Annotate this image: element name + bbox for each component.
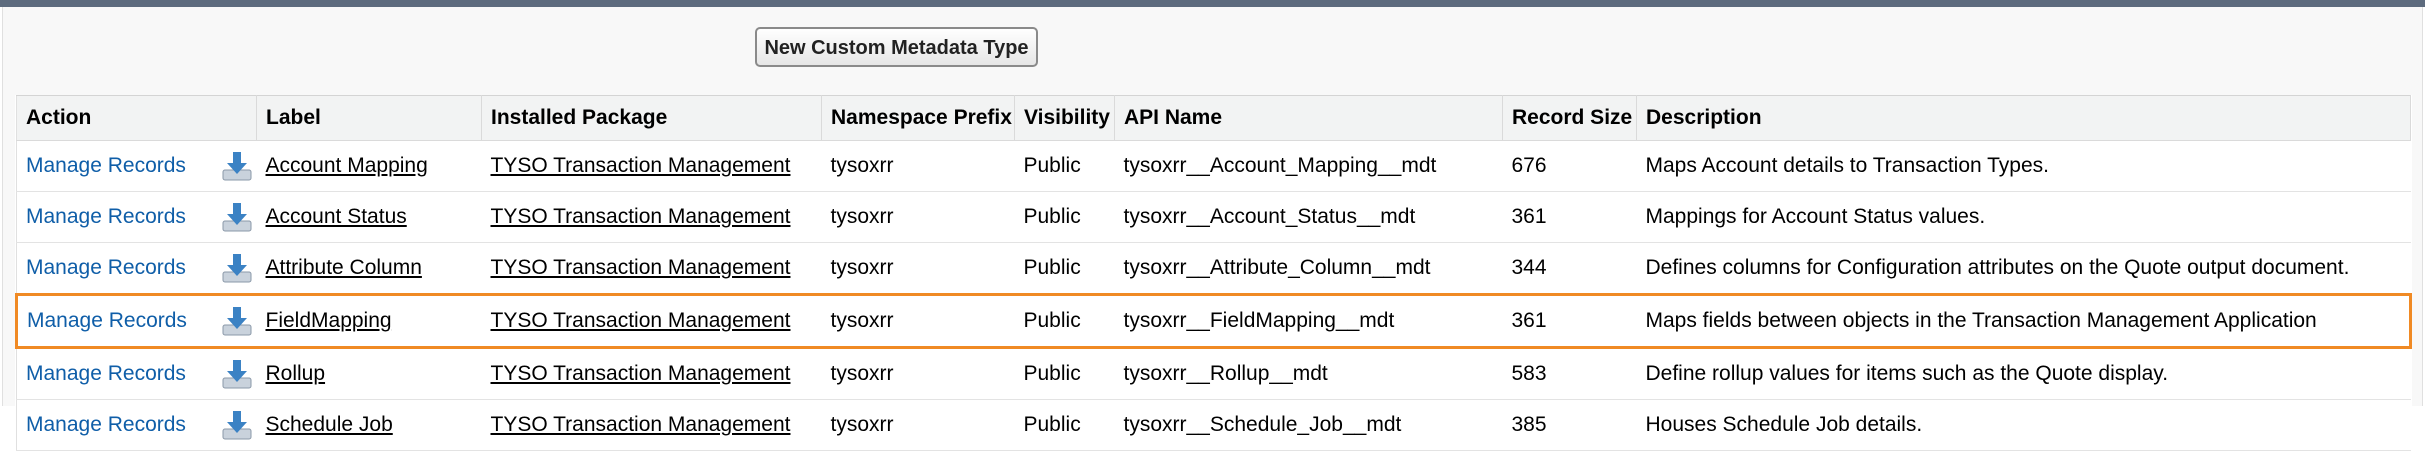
new-custom-metadata-type-button[interactable]: New Custom Metadata Type <box>755 27 1038 67</box>
table-row: Manage Records Account Mapping TYSO Tran… <box>16 140 2411 192</box>
manage-records-link[interactable]: Manage Records <box>26 362 186 386</box>
table-row: Manage Records Account Status TYSO Trans… <box>16 191 2411 243</box>
download-arrow-icon[interactable] <box>221 409 253 441</box>
column-header-record-size: Record Size <box>1502 95 1637 141</box>
visibility-cell: Public <box>1014 140 1115 192</box>
record-size-cell: 385 <box>1502 399 1637 451</box>
label-link[interactable]: Account Status <box>266 205 407 228</box>
download-arrow-icon[interactable] <box>221 150 253 182</box>
table-header-row: Action Label Installed Package Namespace… <box>16 95 2411 141</box>
manage-records-link[interactable]: Manage Records <box>27 309 187 333</box>
column-header-namespace-prefix: Namespace Prefix <box>821 95 1015 141</box>
description-cell: Maps Account details to Transaction Type… <box>1636 140 2411 192</box>
record-size-cell: 361 <box>1502 191 1637 243</box>
visibility-cell: Public <box>1014 347 1115 400</box>
record-size-cell: 676 <box>1502 140 1637 192</box>
download-arrow-icon[interactable] <box>221 252 253 284</box>
namespace-prefix-cell: tysoxrr <box>821 242 1015 295</box>
manage-records-link[interactable]: Manage Records <box>26 256 186 280</box>
api-name-cell: tysoxrr__Account_Mapping__mdt <box>1114 140 1503 192</box>
installed-package-link[interactable]: TYSO Transaction Management <box>491 256 791 279</box>
description-cell: Defines columns for Configuration attrib… <box>1636 242 2411 295</box>
column-header-api-name: API Name <box>1114 95 1503 141</box>
installed-package-link[interactable]: TYSO Transaction Management <box>491 362 791 385</box>
namespace-prefix-cell: tysoxrr <box>821 347 1015 400</box>
column-header-visibility: Visibility <box>1014 95 1115 141</box>
installed-package-link[interactable]: TYSO Transaction Management <box>491 154 791 177</box>
table-row-selected: Manage Records FieldMapping TYSO Transac… <box>15 293 2412 349</box>
record-size-cell: 583 <box>1502 347 1637 400</box>
label-link[interactable]: Account Mapping <box>266 154 428 177</box>
column-header-installed-package: Installed Package <box>481 95 822 141</box>
visibility-cell: Public <box>1014 293 1115 349</box>
record-size-cell: 344 <box>1502 242 1637 295</box>
download-arrow-icon[interactable] <box>221 358 253 390</box>
table-row: Manage Records Attribute Column TYSO Tra… <box>16 242 2411 295</box>
manage-records-link[interactable]: Manage Records <box>26 154 186 178</box>
visibility-cell: Public <box>1014 191 1115 243</box>
description-cell: Mappings for Account Status values. <box>1636 191 2411 243</box>
description-cell: Maps fields between objects in the Trans… <box>1636 293 2412 349</box>
label-link[interactable]: Attribute Column <box>266 256 422 279</box>
installed-package-link[interactable]: TYSO Transaction Management <box>491 205 791 228</box>
visibility-cell: Public <box>1014 242 1115 295</box>
label-link[interactable]: Schedule Job <box>266 413 393 436</box>
label-link[interactable]: FieldMapping <box>266 309 392 332</box>
table-row: Manage Records Rollup TYSO Transaction M… <box>16 347 2411 400</box>
namespace-prefix-cell: tysoxrr <box>821 140 1015 192</box>
namespace-prefix-cell: tysoxrr <box>821 293 1015 349</box>
top-bar <box>0 0 2425 7</box>
namespace-prefix-cell: tysoxrr <box>821 191 1015 243</box>
metadata-types-table: Action Label Installed Package Namespace… <box>15 95 2412 451</box>
api-name-cell: tysoxrr__Attribute_Column__mdt <box>1114 242 1503 295</box>
description-cell: Houses Schedule Job details. <box>1636 399 2411 451</box>
download-arrow-icon[interactable] <box>221 201 253 233</box>
table-row: Manage Records Schedule Job TYSO Transac… <box>16 399 2411 451</box>
column-header-action: Action <box>16 95 257 141</box>
description-cell: Define rollup values for items such as t… <box>1636 347 2411 400</box>
visibility-cell: Public <box>1014 399 1115 451</box>
api-name-cell: tysoxrr__Schedule_Job__mdt <box>1114 399 1503 451</box>
column-header-description: Description <box>1636 95 2411 141</box>
api-name-cell: tysoxrr__FieldMapping__mdt <box>1114 293 1503 349</box>
api-name-cell: tysoxrr__Rollup__mdt <box>1114 347 1503 400</box>
column-header-label: Label <box>256 95 482 141</box>
installed-package-link[interactable]: TYSO Transaction Management <box>491 413 791 436</box>
manage-records-link[interactable]: Manage Records <box>26 205 186 229</box>
installed-package-link[interactable]: TYSO Transaction Management <box>491 309 791 332</box>
api-name-cell: tysoxrr__Account_Status__mdt <box>1114 191 1503 243</box>
manage-records-link[interactable]: Manage Records <box>26 413 186 437</box>
download-arrow-icon[interactable] <box>221 305 253 337</box>
label-link[interactable]: Rollup <box>266 362 326 385</box>
record-size-cell: 361 <box>1502 293 1637 349</box>
namespace-prefix-cell: tysoxrr <box>821 399 1015 451</box>
